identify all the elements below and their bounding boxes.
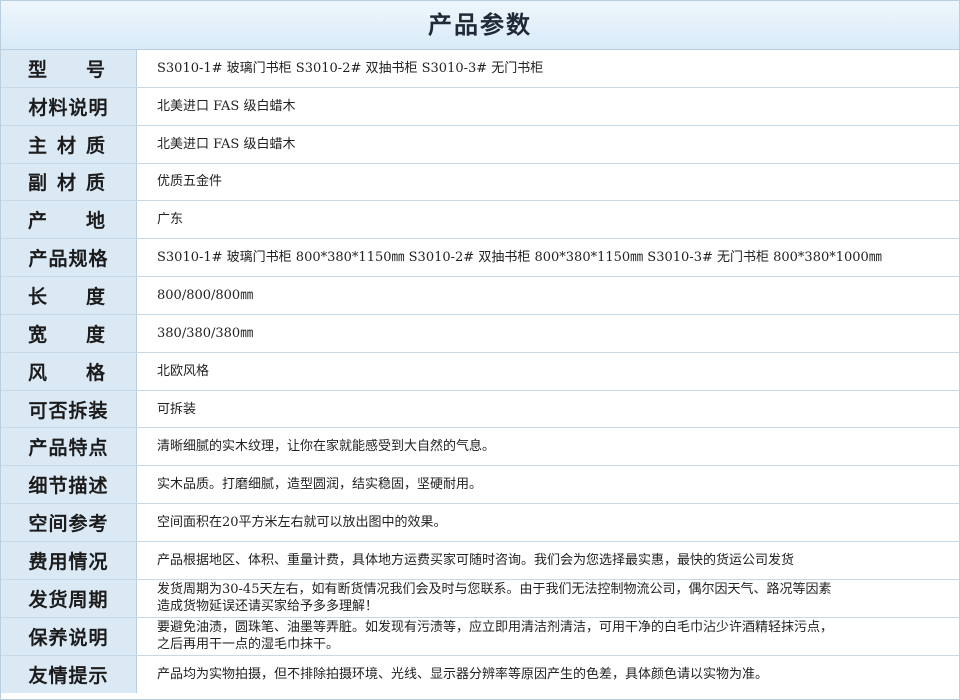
- table-row: 型号 S3010-1# 玻璃门书柜 S3010-2# 双抽书柜 S3010-3#…: [1, 50, 959, 88]
- row-value: 发货周期为30-45天左右，如有断货情况我们会及时与您联系。由于我们无法控制物流…: [157, 582, 832, 615]
- row-label: 保养说明: [1, 617, 137, 655]
- row-label-char: 主: [28, 134, 49, 157]
- table-row: 空间参考 空间面积在20平方米左右就可以放出图中的效果。: [1, 504, 959, 542]
- table-row: 细节描述 实木品质。打磨细腻，造型圆润，结实稳固，坚硬耐用。: [1, 466, 959, 505]
- table-row: 产地 广东: [1, 201, 959, 240]
- row-label: 材料说明: [1, 87, 137, 125]
- table-row: 宽度 380/380/380㎜: [1, 314, 959, 353]
- row-label-char: 度: [85, 285, 106, 308]
- row-value: 北美进口 FAS 级白蜡木: [157, 98, 296, 114]
- row-label: 型号: [1, 50, 137, 87]
- row-label-char: 型: [28, 58, 49, 81]
- table-row: 材料说明 北美进口 FAS 级白蜡木: [1, 87, 959, 126]
- row-label: 可否拆装: [1, 390, 137, 428]
- row-value: 北美进口 FAS 级白蜡木: [157, 136, 296, 152]
- row-label-char: 长: [28, 285, 49, 308]
- row-label-char: 材: [56, 134, 77, 157]
- product-parameters-table: 产品参数 型号 S3010-1# 玻璃门书柜 S3010-2# 双抽书柜 S30…: [0, 0, 960, 700]
- row-value: 清晰细腻的实木纹理，让你在家就能感受到大自然的气息。: [157, 439, 496, 455]
- row-label: 产品特点: [1, 428, 137, 466]
- row-value: S3010-1# 玻璃门书柜 S3010-2# 双抽书柜 S3010-3# 无门…: [157, 60, 544, 76]
- table-row: 产品规格 S3010-1# 玻璃门书柜 800*380*1150㎜ S3010-…: [1, 239, 959, 278]
- row-label-char: 度: [85, 323, 106, 346]
- row-value: 产品均为实物拍摄，但不排除拍摄环境、光线、显示器分辨率等原因产生的色差，具体颜色…: [157, 666, 769, 682]
- row-value: 产品根据地区、体积、重量计费，具体地方运费买家可随时咨询。我们会为您选择最实惠，…: [157, 552, 795, 568]
- row-label-char: 宽: [28, 323, 49, 346]
- row-value: 800/800/800㎜: [157, 287, 254, 303]
- row-label: 宽度: [1, 314, 137, 352]
- row-label: 空间参考: [1, 504, 137, 541]
- table-row: 主材质 北美进口 FAS 级白蜡木: [1, 125, 959, 164]
- row-label-char: 质: [85, 172, 106, 195]
- row-label: 友情提示: [1, 655, 137, 694]
- row-label: 长度: [1, 277, 137, 314]
- row-label: 费用情况: [1, 541, 137, 579]
- table-row: 保养说明 要避免油渍，圆珠笔、油墨等弄脏。如发现有污渍等，应立即用清洁剂清洁，可…: [1, 617, 959, 656]
- table-row: 可否拆装 可拆装: [1, 390, 959, 429]
- table-rows: 型号 S3010-1# 玻璃门书柜 S3010-2# 双抽书柜 S3010-3#…: [1, 50, 959, 694]
- table-row: 副材质 优质五金件: [1, 163, 959, 202]
- row-value: 可拆装: [157, 401, 197, 417]
- table-row: 友情提示 产品均为实物拍摄，但不排除拍摄环境、光线、显示器分辨率等原因产生的色差…: [1, 655, 959, 694]
- row-label: 主材质: [1, 125, 137, 163]
- table-row: 产品特点 清晰细腻的实木纹理，让你在家就能感受到大自然的气息。: [1, 428, 959, 467]
- table-row: 发货周期 发货周期为30-45天左右，如有断货情况我们会及时与您联系。由于我们无…: [1, 579, 959, 618]
- row-label-char: 产: [28, 210, 49, 233]
- row-label-char: 号: [85, 58, 106, 81]
- row-label: 细节描述: [1, 466, 137, 504]
- row-value: 实木品质。打磨细腻，造型圆润，结实稳固，坚硬耐用。: [157, 477, 483, 493]
- row-value: 北欧风格: [157, 363, 210, 379]
- row-label: 风格: [1, 352, 137, 390]
- row-label: 产地: [1, 201, 137, 239]
- row-label: 副材质: [1, 163, 137, 201]
- row-value: 380/380/380㎜: [157, 325, 254, 341]
- table-row: 费用情况 产品根据地区、体积、重量计费，具体地方运费买家可随时咨询。我们会为您选…: [1, 541, 959, 580]
- row-label-char: 格: [85, 361, 106, 384]
- row-value: 空间面积在20平方米左右就可以放出图中的效果。: [157, 515, 447, 531]
- row-label: 发货周期: [1, 579, 137, 617]
- row-label-char: 质: [85, 134, 106, 157]
- row-value: 要避免油渍，圆珠笔、油墨等弄脏。如发现有污渍等，应立即用清洁剂清洁，可用干净的白…: [157, 620, 834, 653]
- row-value: 优质五金件: [157, 174, 223, 190]
- table-row: 长度 800/800/800㎜: [1, 277, 959, 315]
- row-label-char: 材: [56, 172, 77, 195]
- row-label-char: 地: [85, 210, 106, 233]
- row-label-char: 风: [28, 361, 49, 384]
- table-title: 产品参数: [1, 1, 959, 50]
- row-label: 产品规格: [1, 239, 137, 277]
- row-value: 广东: [157, 212, 184, 228]
- row-label-char: 副: [28, 172, 49, 195]
- table-row: 风格 北欧风格: [1, 352, 959, 391]
- row-value: S3010-1# 玻璃门书柜 800*380*1150㎜ S3010-2# 双抽…: [157, 250, 882, 266]
